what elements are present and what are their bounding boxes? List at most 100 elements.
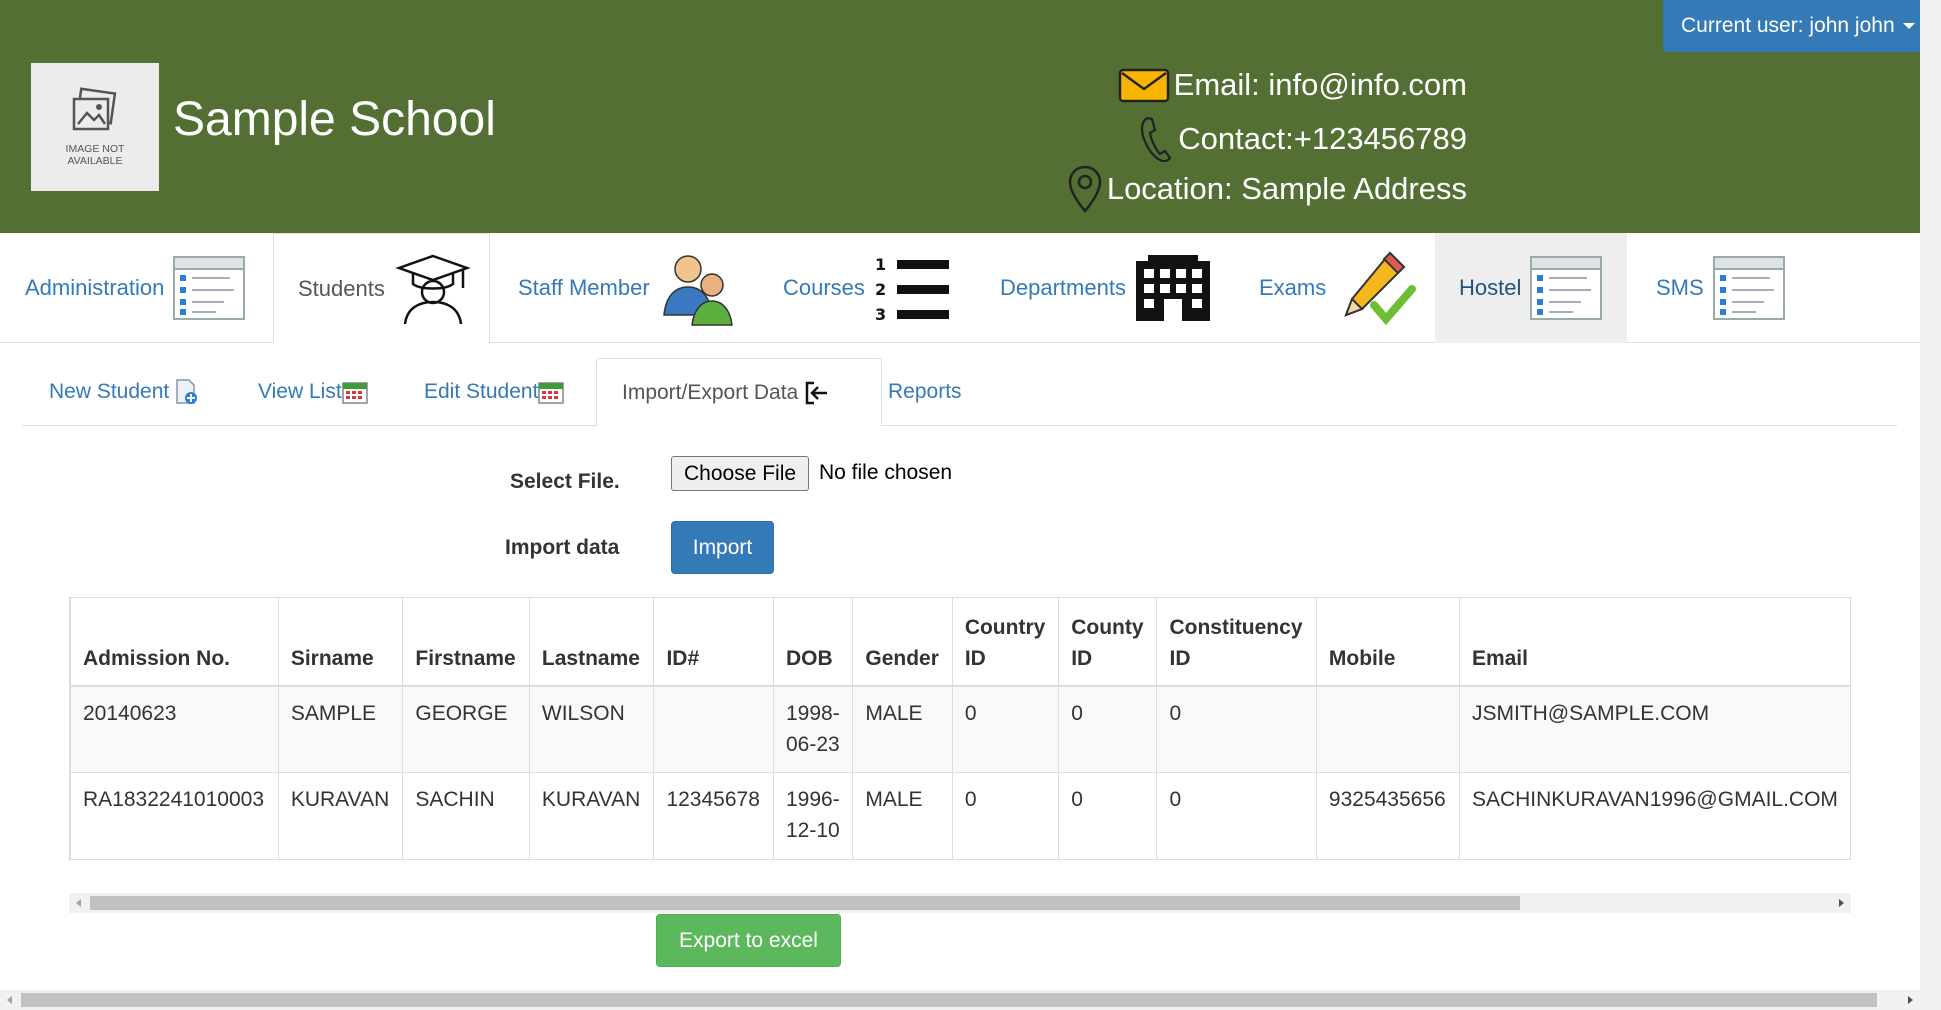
nav-departments[interactable]: Departments (979, 233, 1229, 343)
nav-administration-label: Administration (25, 275, 165, 300)
list-window-icon (172, 255, 246, 321)
svg-text:2: 2 (875, 280, 886, 299)
header-row: Admission No. Sirname Firstname Lastname… (70, 597, 1851, 687)
contact-text: Contact:+123456789 (1178, 121, 1467, 156)
numbered-list-icon: 1 2 3 (873, 250, 955, 326)
students-table-container: Admission No. Sirname Firstname Lastname… (69, 597, 1851, 861)
nav-sms[interactable]: SMS (1630, 233, 1810, 343)
tab-new-student-label: New Student (49, 380, 170, 403)
scroll-left-icon[interactable] (7, 996, 12, 1004)
nav-courses[interactable]: Courses 1 2 3 (756, 233, 978, 343)
table-cell: MALE (852, 772, 953, 860)
table-header: Admission No. Sirname Firstname Lastname… (70, 597, 1851, 687)
email-text: Email: info@info.com (1173, 67, 1467, 102)
tab-view-list[interactable]: View List (258, 358, 368, 426)
site-header: IMAGE NOT AVAILABLE Sample School Curren… (0, 0, 1941, 233)
school-logo: IMAGE NOT AVAILABLE (31, 63, 159, 191)
nav-staff-member-label: Staff Member (518, 275, 650, 300)
calendar-icon (342, 380, 368, 404)
contact-info: Contact:+123456789 (1138, 114, 1467, 164)
nav-hostel[interactable]: Hostel (1435, 233, 1627, 343)
file-status-text: No file chosen (819, 461, 953, 484)
tab-edit-student[interactable]: Edit Student (424, 358, 565, 426)
table-cell: WILSON (528, 685, 655, 773)
table-cell: JSMITH@SAMPLE.COM (1458, 685, 1851, 773)
column-header: DOB (772, 597, 854, 687)
tab-import-export[interactable]: Import/Export Data (596, 358, 882, 427)
import-button[interactable]: Import (671, 521, 774, 574)
svg-text:1: 1 (875, 255, 886, 274)
nav-exams[interactable]: Exams (1235, 233, 1435, 343)
logo-caption-line2: AVAILABLE (67, 155, 123, 167)
calendar-icon (538, 380, 565, 404)
table-cell: 9325435656 (1315, 772, 1460, 860)
table-cell (653, 685, 774, 773)
column-header: Mobile (1315, 597, 1460, 687)
scroll-left-icon[interactable] (76, 899, 81, 907)
scrollbar-thumb[interactable] (90, 896, 1520, 910)
school-name: Sample School (173, 93, 496, 146)
column-header: Firstname (402, 597, 530, 687)
column-header: Gender (852, 597, 953, 687)
location-text: Location: Sample Address (1106, 171, 1467, 206)
table-cell: MALE (852, 685, 953, 773)
table-cell: 0 (1058, 685, 1158, 773)
column-header: Admission No. (70, 597, 279, 687)
page-vertical-scrollbar[interactable] (1920, 0, 1941, 1010)
scroll-right-icon[interactable] (1908, 996, 1913, 1004)
table-horizontal-scrollbar[interactable] (69, 893, 1851, 913)
export-to-excel-button[interactable]: Export to excel (656, 914, 841, 967)
list-window-icon (1712, 255, 1786, 321)
column-header: Country ID (951, 597, 1060, 687)
nav-departments-label: Departments (1000, 275, 1126, 300)
table-cell: GEORGE (402, 685, 530, 773)
current-user-dropdown[interactable]: Current user: john john (1663, 0, 1941, 52)
logo-caption-line1: IMAGE NOT (65, 143, 125, 155)
tab-reports[interactable]: Reports (888, 358, 962, 426)
location-info: Location: Sample Address (1067, 164, 1467, 214)
table-cell: 12345678 (653, 772, 774, 860)
tab-import-export-label: Import/Export Data (622, 380, 799, 404)
nav-staff-member[interactable]: Staff Member (494, 233, 754, 343)
table-row: 20140623 SAMPLE GEORGE WILSON 1998-06-23… (70, 685, 1851, 773)
scroll-right-icon[interactable] (1839, 899, 1844, 907)
table-cell: 0 (951, 685, 1060, 773)
main-navigation: Administration Students Staff Member Cou… (0, 233, 1920, 344)
import-data-label: Import data (505, 536, 620, 559)
table-cell: SACHIN (402, 772, 530, 860)
phone-icon (1138, 114, 1174, 164)
table-cell: 0 (1058, 772, 1158, 860)
table-cell: 20140623 (70, 685, 279, 773)
column-header: ID# (653, 597, 774, 687)
nav-courses-label: Courses (783, 275, 865, 300)
table-cell: 1996-12-10 (772, 772, 854, 860)
tab-new-student[interactable]: New Student (49, 358, 199, 426)
choose-file-button[interactable]: Choose File (671, 456, 810, 491)
graduate-icon (393, 252, 473, 326)
table-row: RA1832241010003 KURAVAN SACHIN KURAVAN 1… (70, 772, 1851, 860)
logo-caption: IMAGE NOT AVAILABLE (66, 143, 125, 167)
page-horizontal-scrollbar[interactable] (0, 990, 1920, 1010)
nav-hostel-label: Hostel (1459, 275, 1522, 300)
list-window-icon (1529, 255, 1603, 321)
envelope-icon (1118, 66, 1170, 104)
select-file-label: Select File. (510, 470, 620, 493)
table-cell: 1998-06-23 (772, 685, 854, 773)
column-header: Lastname (528, 597, 655, 687)
current-user-label: Current user: john john (1681, 14, 1895, 37)
tab-reports-label: Reports (888, 380, 962, 403)
sign-in-icon (804, 380, 830, 406)
students-table: Admission No. Sirname Firstname Lastname… (70, 597, 1851, 860)
map-pin-icon (1067, 164, 1103, 214)
nav-sms-label: SMS (1656, 275, 1704, 300)
table-cell (1315, 685, 1460, 773)
nav-students[interactable]: Students (273, 233, 490, 344)
page-scrollbar-thumb[interactable] (21, 993, 1877, 1007)
nav-administration[interactable]: Administration (0, 233, 272, 343)
tab-view-list-label: View List (258, 380, 342, 403)
student-subnav: New Student View List Edit Student Impor… (22, 358, 1897, 427)
table-cell: SACHINKURAVAN1996@GMAIL.COM (1458, 772, 1851, 860)
table-cell: KURAVAN (277, 772, 404, 860)
table-cell: 0 (1156, 772, 1317, 860)
table-cell: 0 (1156, 685, 1317, 773)
